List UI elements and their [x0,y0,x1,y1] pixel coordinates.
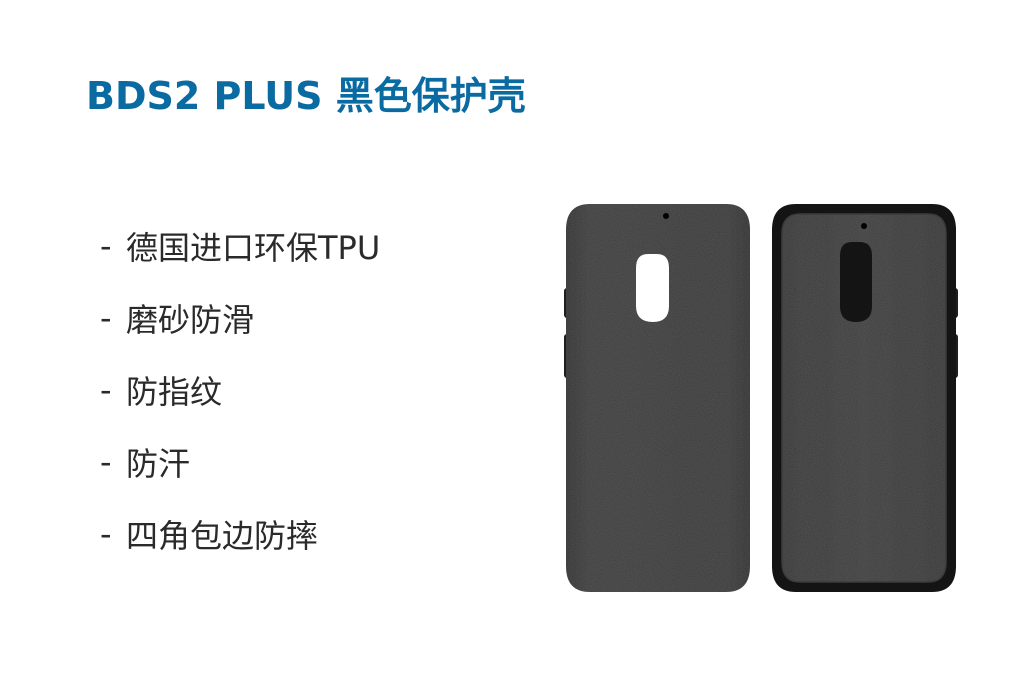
feature-label: 磨砂防滑 [126,301,255,339]
page-title: BDS2 PLUS 黑色保护壳 [86,74,526,118]
bullet-dash: - [100,371,112,409]
case-body-shape [566,204,750,592]
product-slide: BDS2 PLUS 黑色保护壳 - 德国进口环保TPU - 磨砂防滑 - 防指纹… [0,0,1020,690]
bullet-dash: - [100,227,112,265]
bullet-dash: - [100,515,112,553]
feature-label: 德国进口环保TPU [126,229,381,267]
mic-hole-shape [663,213,669,219]
bullet-dash: - [100,443,112,481]
feature-label: 防汗 [126,445,191,483]
bullet-dash: - [100,299,112,337]
feature-item: - 德国进口环保TPU [100,210,380,282]
feature-label: 四角包边防摔 [126,517,319,555]
product-images [560,196,970,606]
feature-label: 防指纹 [126,373,223,411]
feature-item: - 磨砂防滑 [100,282,380,354]
mic-hole-shape [861,223,867,229]
feature-item: - 防指纹 [100,354,380,426]
feature-item: - 四角包边防摔 [100,498,380,570]
phone-case-back-icon [564,204,750,592]
feature-item: - 防汗 [100,426,380,498]
feature-list: - 德国进口环保TPU - 磨砂防滑 - 防指纹 - 防汗 - 四角包边防摔 [100,210,380,570]
phone-case-inside-icon [772,204,958,592]
